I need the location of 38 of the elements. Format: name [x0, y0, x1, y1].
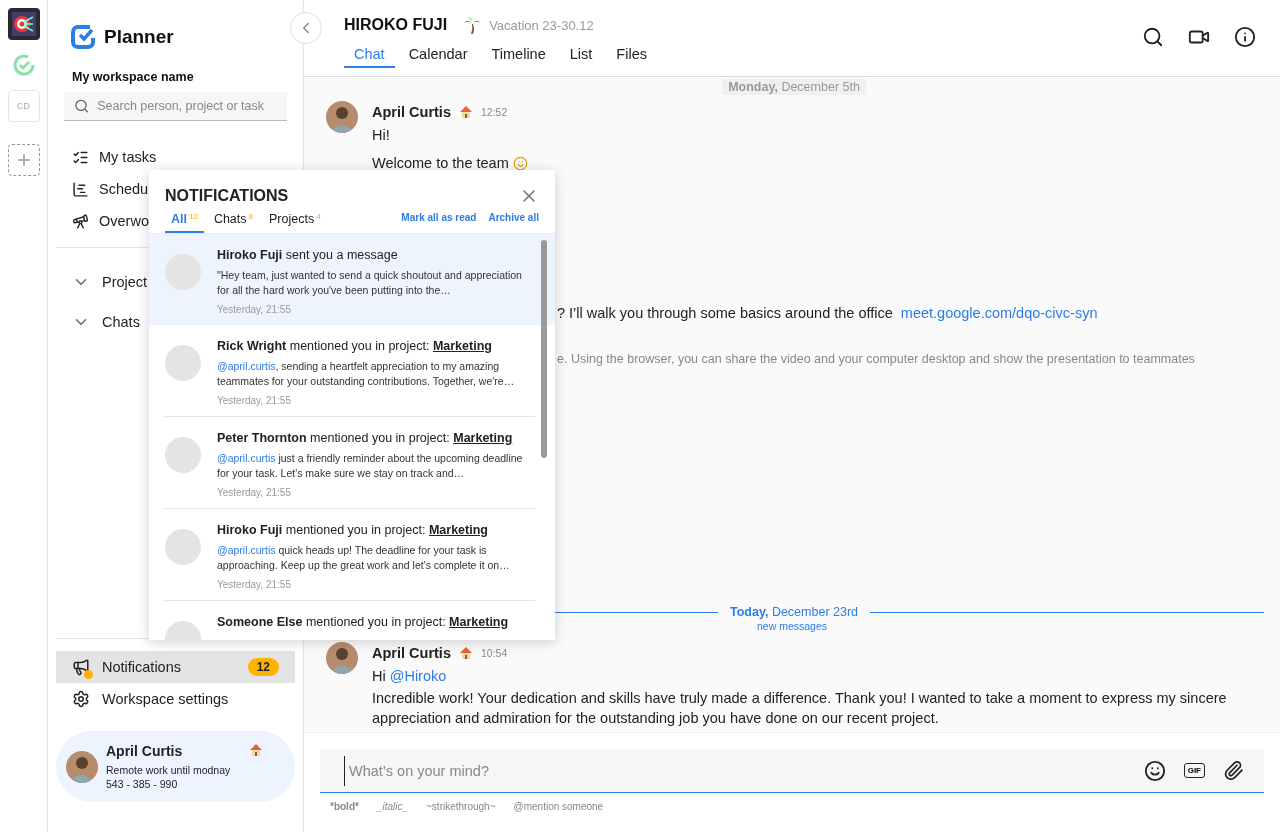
format-hint: @mention someone [513, 801, 604, 812]
notification-time: Yesterday, 21:55 [217, 579, 292, 590]
user-status: Remote work until modnay [106, 764, 232, 776]
brand-name: Planner [104, 26, 174, 48]
notification-title: Hiroko Fuji sent you a message [217, 248, 399, 262]
message-text: Hi [372, 667, 386, 686]
notification-title: Hiroko Fuji mentioned you in project: Marketing [217, 523, 489, 537]
message-text: Welcome to the team [372, 154, 509, 173]
format-hint: ~strikethrough~ [426, 801, 496, 812]
notification-text: "Hey team, just wanted to send a quick shoutout and appreciation for all the hard work you've been putting into the… [217, 268, 523, 298]
author-name: April Curtis [372, 104, 451, 120]
user-name: April Curtis [106, 743, 184, 759]
date-divider: Today, December 23rd [728, 604, 860, 620]
notification-text: @april.curtis quick heads up! The deadline for your task is approaching. Keep up the great work and let's complete it on… [217, 543, 511, 573]
message-text: e. Using the browser, you can share the video and your computer desktop and show the presentation to teammates [557, 351, 1195, 368]
format-hint: _italic_ [376, 801, 409, 812]
notification-time: Yesterday, 21:55 [217, 487, 292, 498]
contact-status: Vacation 23-30.12 [489, 17, 594, 33]
message-time: 10:54 [480, 647, 508, 659]
count-badge: 12 [247, 658, 279, 676]
workspace-name: My workspace name [72, 70, 195, 84]
contact-name: HIROKO FUJI [344, 16, 448, 34]
notification-text: @april.curtis just a friendly reminder about the upcoming deadline for your task. Let's make sure we stay on track and… [217, 451, 524, 481]
notification-title: Rick Wright mentioned you in project: Marketing [217, 339, 493, 353]
popover-title: NOTIFICATIONS [165, 187, 289, 205]
notification-title: Someone Else mentioned you in project: Marketing [217, 615, 510, 629]
message-time: 12:52 [480, 106, 508, 118]
message-text: Incredible work! Your dedication and skills have truly made a difference. Thank you! I wanted to take a moment to express my sincere appreciation and admiration for the outstanding job you have done on our recent project. [372, 689, 1228, 728]
notification-time: Yesterday, 21:55 [217, 304, 292, 315]
author-name: April Curtis [372, 645, 451, 661]
user-phone: 543 - 385 - 990 [106, 778, 179, 790]
message-text: Hi! [372, 126, 390, 145]
notification-title: Peter Thornton mentioned you in project: Marketing [217, 431, 514, 445]
format-hint: *bold* [330, 801, 359, 812]
notification-time: Yesterday, 21:55 [217, 395, 292, 406]
new-messages-label: new messages [756, 620, 827, 632]
message-text: ? I’ll walk you through some basics around the office [557, 304, 893, 323]
notification-text: @april.curtis, sending a heartfelt appreciation to my amazing teammates for your outstanding contributions. Together, we're… [217, 359, 516, 389]
